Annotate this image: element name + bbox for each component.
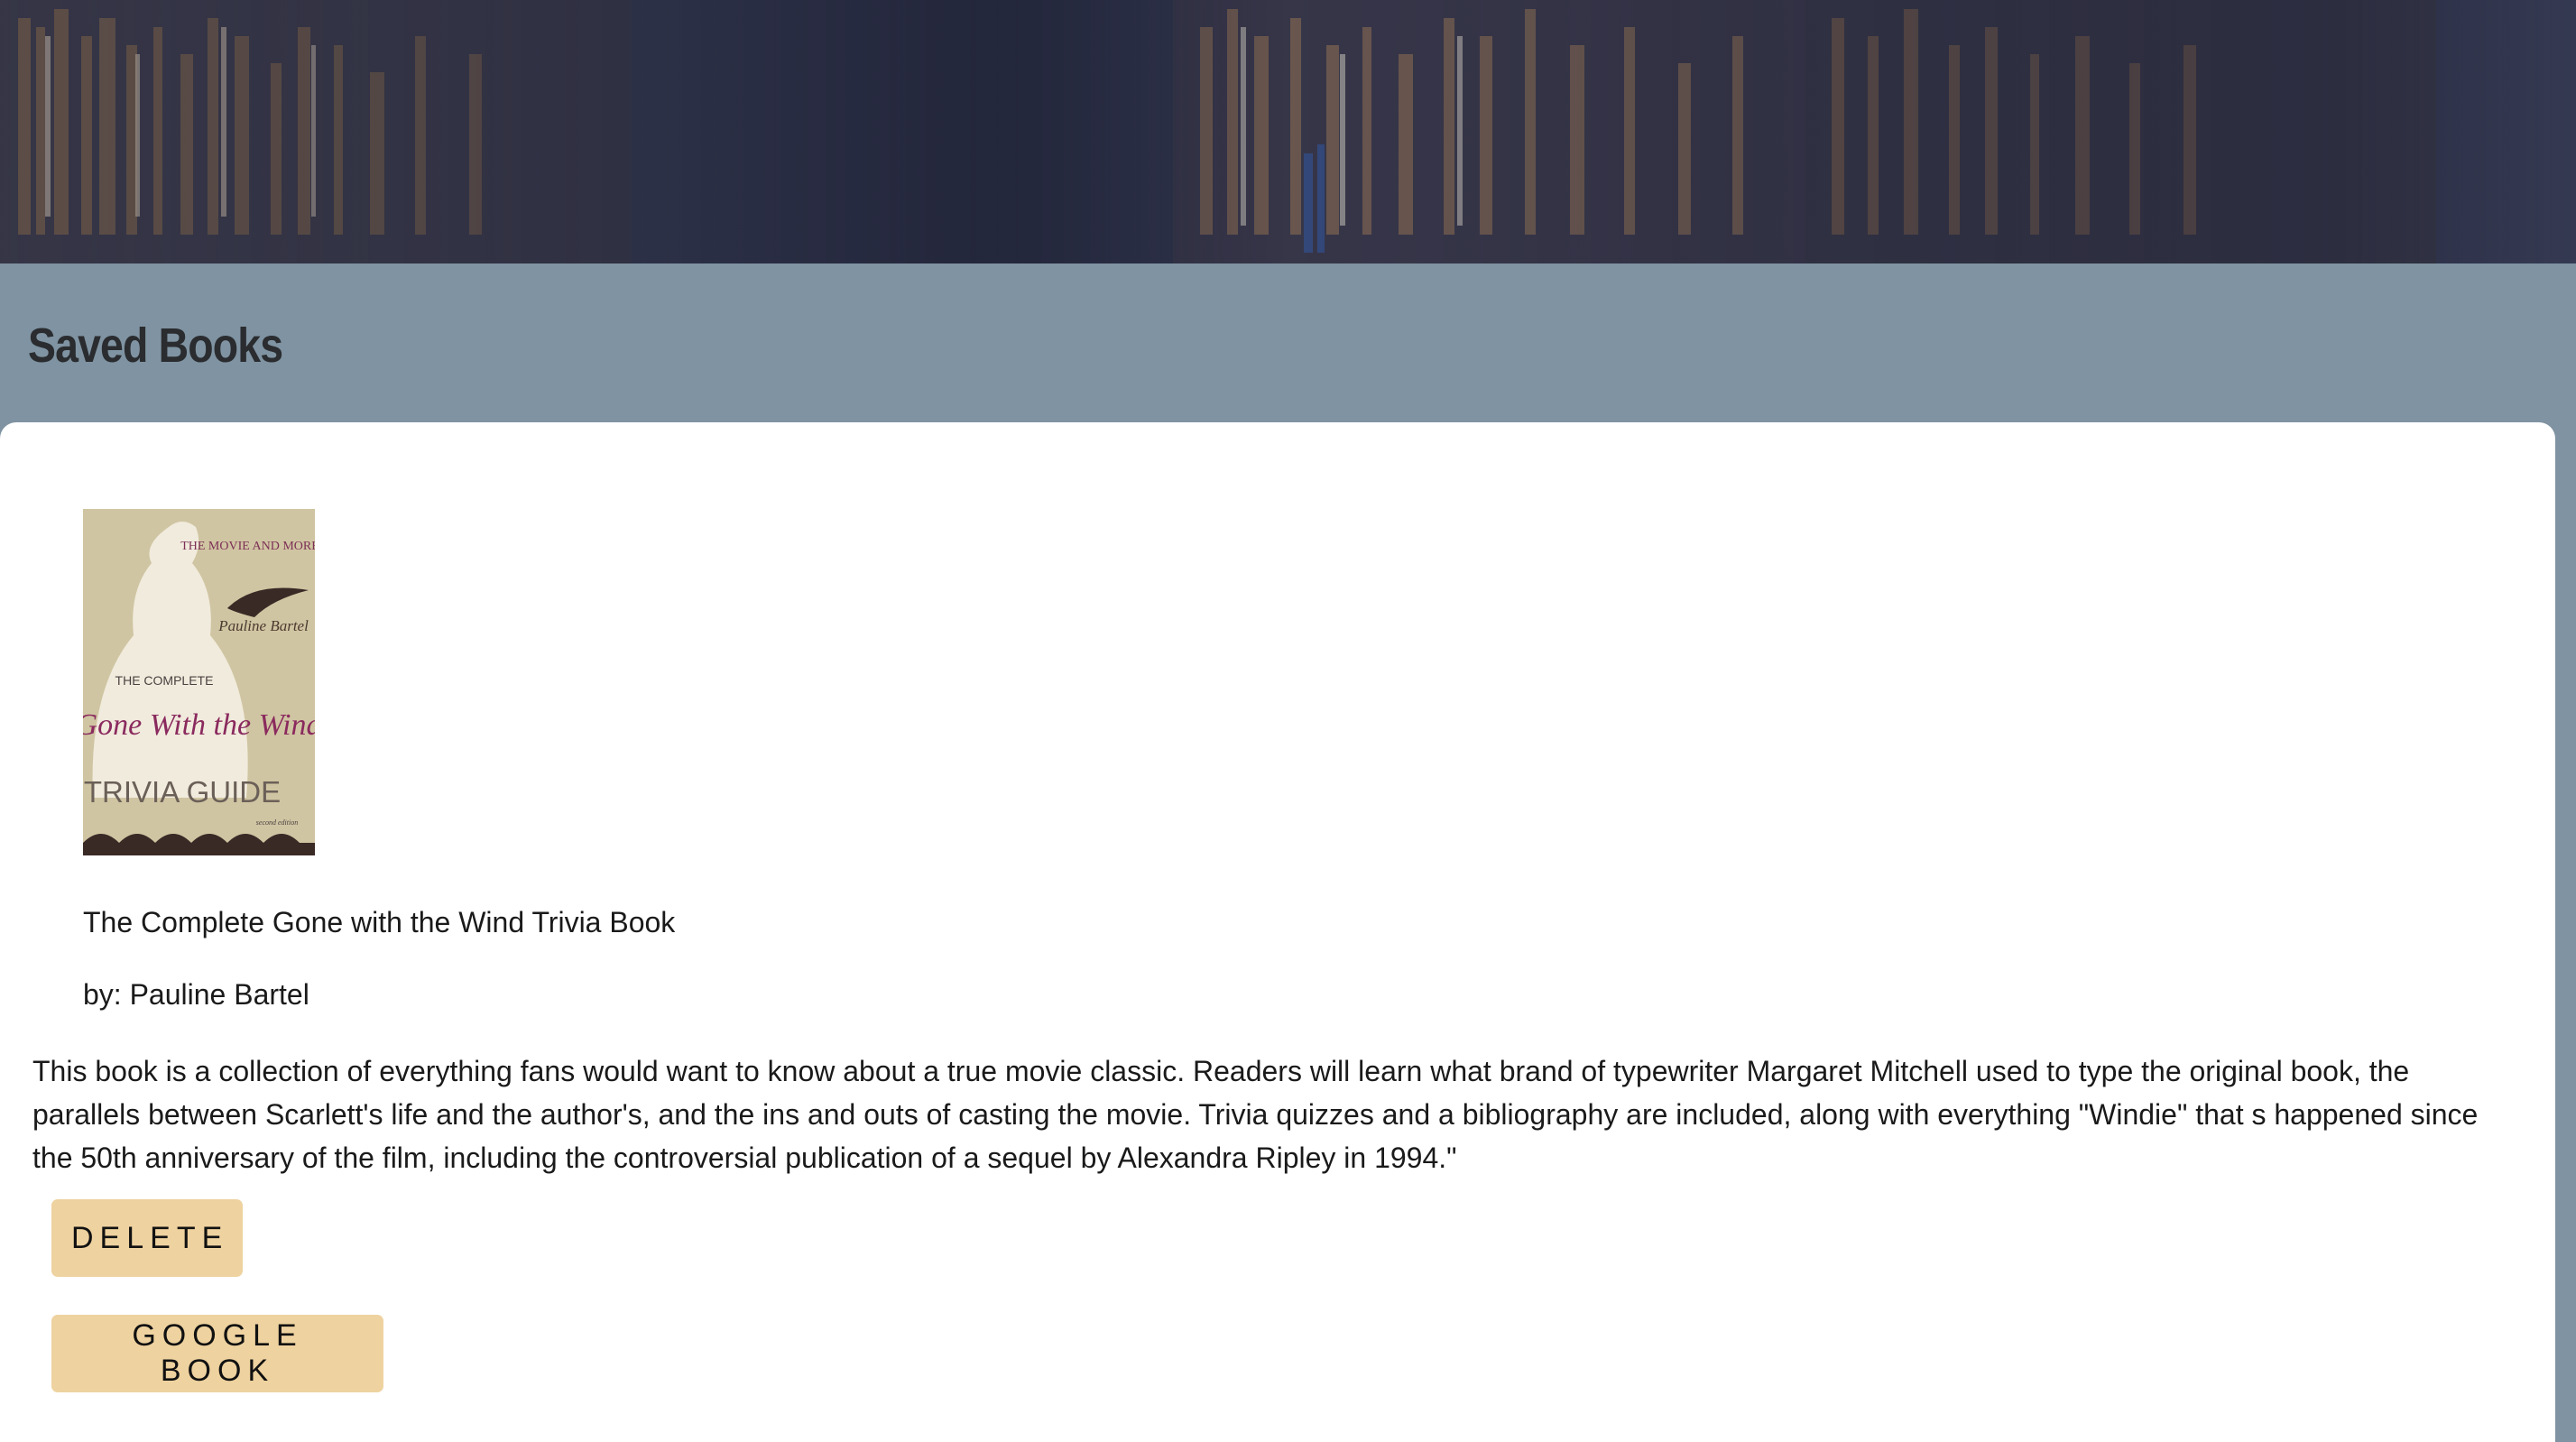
book-title: The Complete Gone with the Wind Trivia B…: [83, 906, 676, 938]
cover-sub-text: TRIVIA GUIDE: [84, 775, 281, 809]
delete-button[interactable]: DELETE: [51, 1199, 243, 1277]
book-cover-image: THE MOVIE AND MORE Pauline Bartel THE CO…: [83, 509, 315, 855]
cover-pre-text: THE COMPLETE: [115, 673, 214, 688]
cover-top-text: THE MOVIE AND MORE: [180, 540, 315, 553]
page-title-bar: [0, 263, 2576, 422]
google-book-button[interactable]: GOOGLE BOOK: [51, 1315, 383, 1392]
hero-banner: [0, 0, 2576, 263]
cover-edition-text: second edition: [256, 818, 298, 827]
page-title: Saved Books: [28, 319, 283, 373]
book-cover-art: THE MOVIE AND MORE Pauline Bartel THE CO…: [83, 509, 315, 855]
bookshelf-image: [0, 0, 2576, 263]
book-description: This book is a collection of everything …: [32, 1055, 2479, 1174]
cover-main-text: Gone With the Wind: [83, 708, 315, 742]
cover-author-text: Pauline Bartel: [217, 617, 309, 634]
book-author: by: Pauline Bartel: [83, 978, 309, 1011]
